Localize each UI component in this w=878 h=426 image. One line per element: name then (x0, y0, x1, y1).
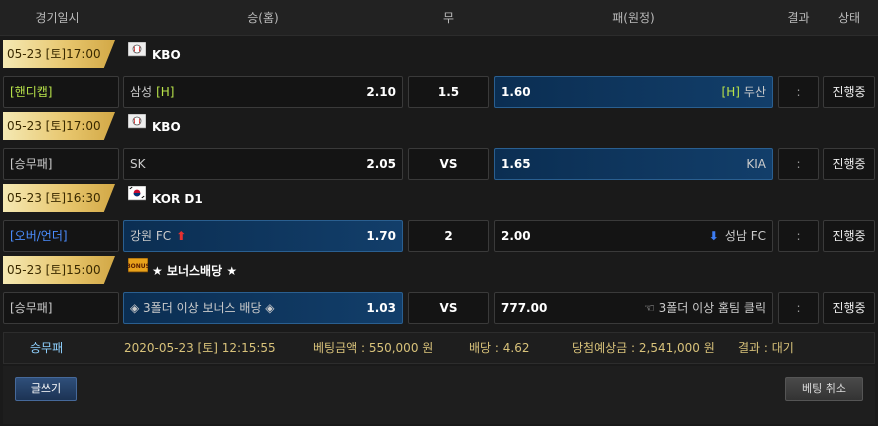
arrow-up-icon: ⬆ (176, 229, 187, 243)
home-odds-button[interactable]: SK 2.05 (123, 148, 403, 180)
home-odds-button[interactable]: 강원 FC ⬆ 1.70 (123, 220, 403, 252)
league-name: KBO (127, 40, 181, 69)
status-cell: 진행중 (823, 148, 875, 180)
league-label: KBO (152, 120, 181, 134)
away-team: KIA (746, 157, 766, 171)
baseball-flag-icon (127, 112, 147, 129)
bet-type: [오버/언더] (3, 220, 119, 252)
game-date: 05-23 [토]17:00 (3, 40, 115, 68)
result-cell: : (778, 292, 819, 324)
away-team: 성남 FC (724, 229, 766, 243)
away-team-group: ☜ 3폴더 이상 홈팀 클릭 (644, 293, 766, 323)
header-draw: 무 (442, 11, 455, 25)
draw-odds-button[interactable]: 2 (408, 220, 489, 252)
korea-flag-icon (127, 184, 147, 201)
header-datetime: 경기일시 (35, 11, 80, 25)
result-cell: : (778, 76, 819, 108)
away-team-group: KIA (746, 149, 766, 179)
bet-type: [핸디캡] (3, 76, 119, 108)
league-name: BONUS ★ 보너스배당 ★ (126, 256, 238, 285)
league-name: KBO (127, 112, 181, 141)
status-cell: 진행중 (823, 76, 875, 108)
away-team-group: ⬇ 성남 FC (709, 221, 766, 251)
result-cell: : (778, 148, 819, 180)
summary-result: 결과 : 대기 (738, 341, 794, 355)
baseball-flag-icon (127, 40, 147, 57)
bonus-badge-icon: BONUS (126, 256, 150, 273)
home-odds: 2.10 (366, 85, 396, 99)
bet-type: [승무패] (3, 148, 119, 180)
footer-bar: 글쓰기 베팅 취소 (3, 366, 875, 424)
league-label: ★ 보너스배당 ★ (152, 264, 238, 278)
bet-type: [승무패] (3, 292, 119, 324)
game-date: 05-23 [토]17:00 (3, 112, 115, 140)
home-team: ◈ 3폴더 이상 보너스 배당 ◈ (130, 301, 275, 315)
status-cell: 진행중 (823, 292, 875, 324)
summary-odds: 배당 : 4.62 (469, 341, 530, 355)
home-odds: 1.03 (366, 301, 396, 315)
draw-odds-button[interactable]: VS (408, 148, 489, 180)
header-status: 상태 (837, 11, 861, 25)
away-team-group: [H] 두산 (722, 77, 766, 107)
away-handicap-mark: [H] (721, 85, 740, 99)
summary-bet-amount: 베팅금액 : 550,000 원 (313, 341, 434, 355)
home-team: SK (130, 157, 146, 171)
home-odds-button[interactable]: 삼성 [H] 2.10 (123, 76, 403, 108)
arrow-down-icon: ⬇ (708, 229, 719, 243)
write-button[interactable]: 글쓰기 (15, 377, 77, 401)
away-odds-button[interactable]: 1.60 [H] 두산 (494, 76, 773, 108)
home-handicap-mark: [H] (156, 85, 175, 99)
game-date: 05-23 [토]15:00 (3, 256, 115, 284)
bet-summary: 승무패 2020-05-23 [토] 12:15:55 베팅금액 : 550,0… (3, 332, 875, 364)
home-team: 강원 FC (130, 229, 172, 243)
table-header: 경기일시 승(홈) 무 패(원정) 결과 상태 (0, 0, 878, 36)
header-away: 패(원정) (612, 11, 655, 25)
home-odds-button[interactable]: ◈ 3폴더 이상 보너스 배당 ◈ 1.03 (123, 292, 403, 324)
away-odds: 2.00 (501, 229, 531, 243)
status-cell: 진행중 (823, 220, 875, 252)
game-date: 05-23 [토]16:30 (3, 184, 115, 212)
draw-odds-button[interactable]: 1.5 (408, 76, 489, 108)
league-label: KBO (152, 48, 181, 62)
league-name: KOR D1 (127, 184, 203, 213)
header-result: 결과 (787, 11, 810, 25)
summary-expected-win: 당첨예상금 : 2,541,000 원 (572, 341, 715, 355)
away-odds: 777.00 (501, 301, 548, 315)
away-odds-button[interactable]: 2.00 ⬇ 성남 FC (494, 220, 773, 252)
home-odds: 2.05 (366, 157, 396, 171)
summary-type: 승무패 (30, 341, 64, 355)
away-odds: 1.65 (501, 157, 531, 171)
svg-text:BONUS: BONUS (128, 263, 148, 270)
away-odds-button[interactable]: 1.65 KIA (494, 148, 773, 180)
cancel-bet-button[interactable]: 베팅 취소 (785, 377, 863, 401)
result-cell: : (778, 220, 819, 252)
away-odds-button[interactable]: 777.00 ☜ 3폴더 이상 홈팀 클릭 (494, 292, 773, 324)
league-label: KOR D1 (152, 192, 203, 206)
header-home: 승(홈) (247, 11, 279, 25)
away-team: ☜ 3폴더 이상 홈팀 클릭 (644, 301, 766, 315)
away-odds: 1.60 (501, 85, 531, 99)
home-team: 삼성 (130, 85, 153, 99)
summary-datetime: 2020-05-23 [토] 12:15:55 (124, 341, 276, 355)
away-team: 두산 (743, 85, 766, 99)
home-odds: 1.70 (366, 229, 396, 243)
draw-odds-button[interactable]: VS (408, 292, 489, 324)
